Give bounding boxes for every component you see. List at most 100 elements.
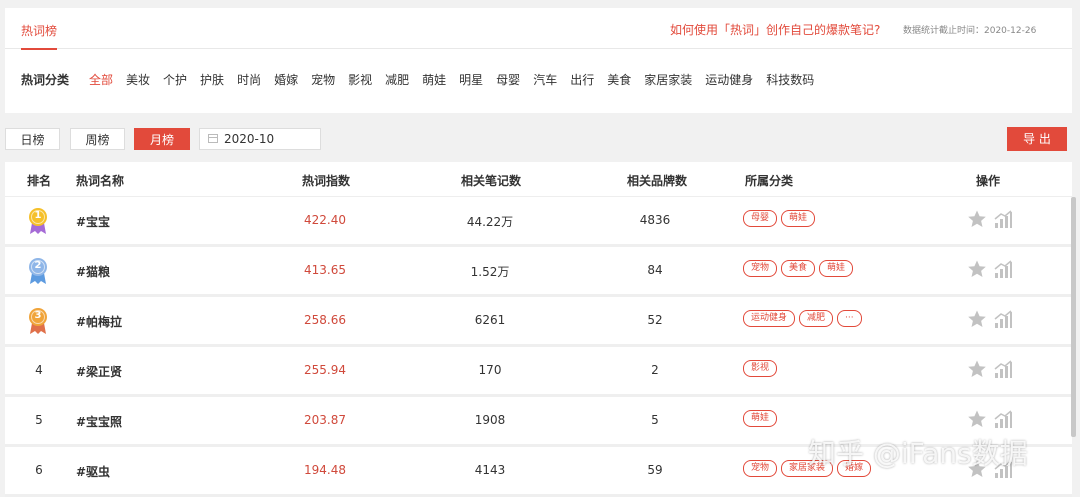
category-item[interactable]: 科技数码: [766, 71, 814, 88]
category-tag[interactable]: 宠物: [743, 460, 778, 477]
hot-word-name[interactable]: #猫粮: [76, 263, 110, 280]
category-tags: 影视: [743, 360, 781, 377]
date-value: 2020-10: [224, 132, 275, 146]
category-item[interactable]: 运动健身: [705, 71, 753, 88]
week-rank-button[interactable]: 周榜: [70, 128, 125, 150]
header-index: 热词指数: [302, 174, 351, 188]
row-actions: [967, 409, 1013, 429]
help-link[interactable]: 如何使用「热词」创作自己的爆款笔记?: [670, 21, 880, 38]
calendar-icon: [208, 134, 218, 143]
category-tag[interactable]: 减肥: [799, 310, 834, 327]
related-notes-count: 170: [478, 363, 502, 377]
hot-word-name[interactable]: #帕梅拉: [76, 313, 122, 330]
hot-word-index: 422.40: [304, 213, 346, 227]
category-tag[interactable]: 运动健身: [743, 310, 796, 327]
month-rank-button[interactable]: 月榜: [134, 128, 190, 150]
hot-word-index: 255.94: [304, 363, 346, 377]
category-tags: 宠物 美食 萌娃: [743, 260, 857, 277]
trend-chart-icon[interactable]: [993, 309, 1013, 329]
category-item[interactable]: 汽车: [533, 71, 557, 88]
category-item[interactable]: 婚嫁: [274, 71, 298, 88]
row-actions: [967, 359, 1013, 379]
filter-panel: 热词榜 如何使用「热词」创作自己的爆款笔记? 数据统计截止时间：2020-12-…: [5, 8, 1072, 113]
category-item[interactable]: 个护: [163, 71, 187, 88]
category-item[interactable]: 萌娃: [422, 71, 446, 88]
date-picker[interactable]: 2020-10: [199, 128, 321, 150]
rank-number: 6: [35, 463, 43, 477]
category-tag[interactable]: 萌娃: [743, 410, 778, 427]
category-tag[interactable]: 母婴: [743, 210, 778, 227]
header-notes: 相关笔记数: [461, 174, 522, 188]
rank-medal-icon: 3: [27, 307, 49, 335]
hot-word-name[interactable]: #宝宝: [76, 213, 110, 230]
hot-word-index: 413.65: [304, 263, 346, 277]
tab-bar: 热词榜 如何使用「热词」创作自己的爆款笔记? 数据统计截止时间：2020-12-…: [5, 8, 1072, 50]
category-item[interactable]: 美食: [607, 71, 631, 88]
category-item[interactable]: 全部: [89, 71, 113, 88]
related-notes-count: 4143: [474, 463, 506, 477]
rank-number: 4: [35, 363, 43, 377]
related-notes-count: 44.22万: [466, 215, 514, 229]
table-row[interactable]: 2 #猫粮 413.65 1.52万 84 宠物 美食 萌娃: [5, 247, 1072, 297]
rank-number: 1: [34, 210, 42, 221]
category-tags: 萌娃: [743, 410, 781, 427]
category-tag[interactable]: 萌娃: [819, 260, 854, 277]
trend-chart-icon[interactable]: [993, 359, 1013, 379]
table-row[interactable]: 1 #宝宝 422.40 44.22万 4836 母婴 萌娃: [5, 197, 1072, 247]
category-item[interactable]: 母婴: [496, 71, 520, 88]
rank-medal-icon: 1: [27, 207, 49, 235]
related-brands-count: 59: [647, 463, 663, 477]
tab-hot-words[interactable]: 热词榜: [21, 22, 58, 50]
hot-word-index: 258.66: [304, 313, 346, 327]
category-tag[interactable]: 美食: [781, 260, 816, 277]
category-item[interactable]: 出行: [570, 71, 594, 88]
hot-word-name[interactable]: #驱虫: [76, 463, 110, 480]
category-item[interactable]: 影视: [348, 71, 372, 88]
related-brands-count: 52: [647, 313, 663, 327]
watermark: 知乎 @iFans数据: [808, 437, 1028, 470]
trend-chart-icon[interactable]: [993, 209, 1013, 229]
export-button[interactable]: 导 出: [1007, 127, 1067, 151]
related-brands-count: 2: [651, 363, 659, 377]
related-notes-count: 6261: [474, 313, 506, 327]
star-icon[interactable]: [967, 309, 987, 329]
table-row[interactable]: 4 #梁正贤 255.94 170 2 影视: [5, 347, 1072, 397]
star-icon[interactable]: [967, 259, 987, 279]
trend-chart-icon[interactable]: [993, 409, 1013, 429]
hot-word-index: 203.87: [304, 413, 346, 427]
star-icon[interactable]: [967, 409, 987, 429]
category-item[interactable]: 美妆: [126, 71, 150, 88]
category-tag[interactable]: 宠物: [743, 260, 778, 277]
category-item[interactable]: 减肥: [385, 71, 409, 88]
star-icon[interactable]: [967, 209, 987, 229]
stat-date: 数据统计截止时间：2020-12-26: [903, 26, 1037, 36]
hot-word-index: 194.48: [304, 463, 346, 477]
category-item[interactable]: 时尚: [237, 71, 261, 88]
rank-number: 2: [34, 260, 42, 271]
category-item[interactable]: 护肤: [200, 71, 224, 88]
related-brands-count: 5: [651, 413, 659, 427]
trend-chart-icon[interactable]: [993, 259, 1013, 279]
star-icon[interactable]: [967, 359, 987, 379]
rank-number: 3: [34, 310, 42, 321]
category-tags: 母婴 萌娃: [743, 210, 819, 227]
rank-number: 5: [35, 413, 43, 427]
row-actions: [967, 309, 1013, 329]
header-name: 热词名称: [76, 174, 125, 188]
header-brands: 相关品牌数: [627, 174, 688, 188]
category-tag[interactable]: ···: [837, 310, 862, 327]
hot-word-name[interactable]: #梁正贤: [76, 363, 122, 380]
hot-word-name[interactable]: #宝宝照: [76, 413, 122, 430]
category-item[interactable]: 宠物: [311, 71, 335, 88]
category-tag[interactable]: 影视: [743, 360, 778, 377]
scrollbar[interactable]: [1071, 197, 1076, 437]
day-rank-button[interactable]: 日榜: [5, 128, 60, 150]
category-tag[interactable]: 萌娃: [781, 210, 816, 227]
category-label: 热词分类: [21, 73, 70, 87]
row-actions: [967, 209, 1013, 229]
related-notes-count: 1.52万: [470, 265, 510, 279]
category-item[interactable]: 明星: [459, 71, 483, 88]
table-row[interactable]: 3 #帕梅拉 258.66 6261 52 运动健身 减肥 ···: [5, 297, 1072, 347]
category-item[interactable]: 家居家装: [644, 71, 692, 88]
category-tags: 运动健身 减肥 ···: [743, 310, 866, 327]
